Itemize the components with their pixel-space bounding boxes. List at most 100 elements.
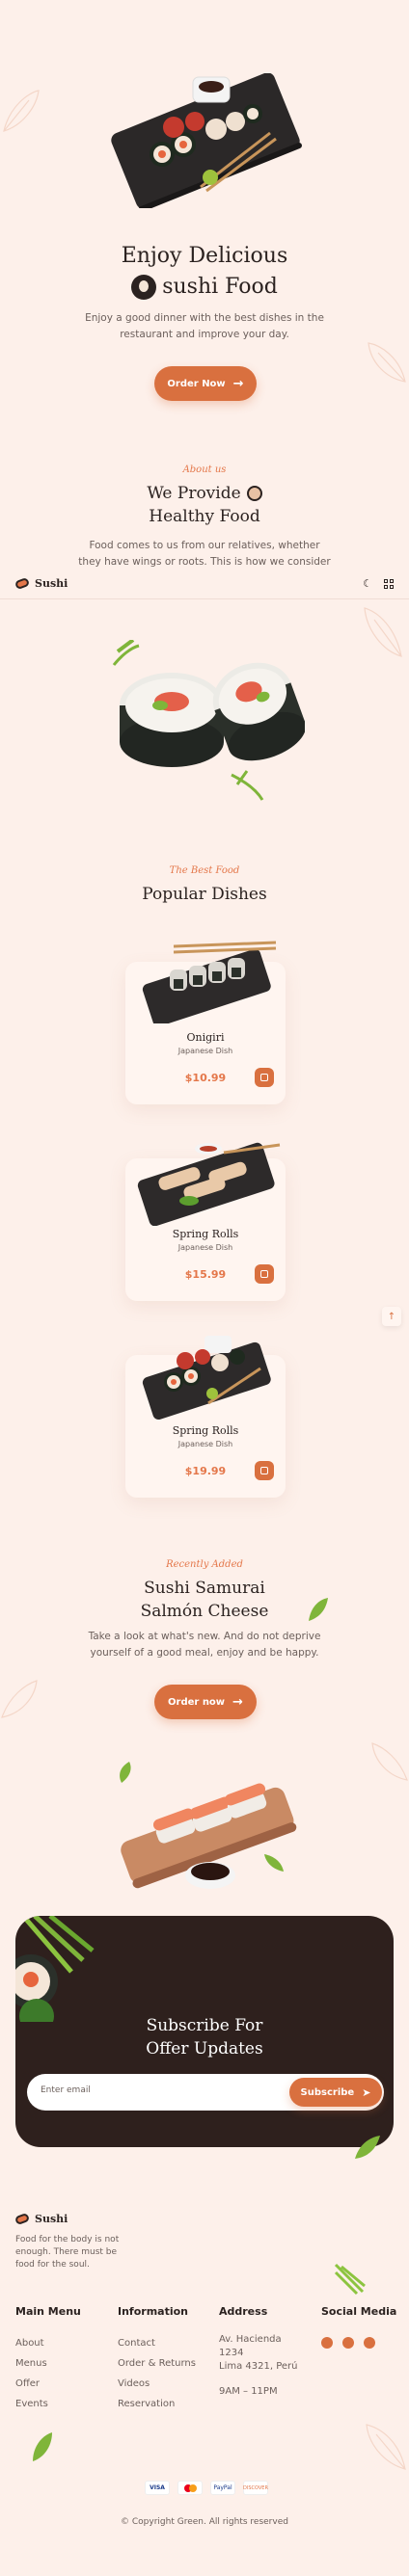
footer-column-title: Information [118,2305,188,2318]
footer-link[interactable]: About [15,2333,112,2353]
sushi-logo-icon [14,2212,31,2226]
footer-link[interactable]: Events [15,2394,112,2414]
scroll-up-button[interactable]: ↑ [382,1307,401,1326]
footer-column-title: Main Menu [15,2305,81,2318]
footer-logo-text: Sushi [35,2213,68,2225]
onigiri-dish-image [142,941,277,1023]
about-text: Food comes to us from our relatives, whe… [78,540,331,568]
about-title-line1: We Provide [147,484,241,503]
dish-name: Spring Rolls [172,1424,239,1437]
add-to-bag-button[interactable] [255,1461,274,1480]
about-tag: About us [182,465,227,475]
leaf-outline-decoration-icon [3,90,40,132]
hero-title-line1: Enjoy Delicious [121,244,288,268]
sushi-roll-with-greens-image [15,1916,95,2022]
recent-title-line2: Salmón Cheese [140,1602,269,1621]
dish-card[interactable]: Spring Rolls Japanese Dish $19.99 [125,1336,286,1498]
hero-title-line2: sushi Food [162,275,278,299]
popular-title: Popular Dishes [142,885,267,904]
address-line: Av. Hacienda [219,2334,282,2345]
grid-menu-icon[interactable] [384,578,394,589]
shopping-bag-icon [260,1270,268,1278]
arrow-up-icon: ↑ [387,1311,396,1322]
subscribe-title: Subscribe For Offer Updates [0,2014,409,2060]
recent-text: Take a look at what's new. And do not de… [88,1631,321,1659]
dish-name: Spring Rolls [172,1228,239,1240]
sushi-chef-icon [131,275,157,300]
green-leaf-icon [309,1598,328,1621]
order-now-button[interactable]: Order now → [154,1685,257,1719]
add-to-bag-button[interactable] [255,1264,274,1284]
footer-column-address: Address Av. Hacienda 1234 Lima 4321, Per… [219,2305,315,2402]
leaf-outline-decoration-icon [371,1742,408,1781]
leaf-outline-decoration-icon [1,1680,38,1718]
dish-type: Japanese Dish [177,1440,233,1448]
mastercard-payment-icon [177,2481,203,2495]
salmon-sushi-board-image [120,1762,297,1889]
order-now-label: Order now [168,1696,226,1708]
footer-column-main-menu: Main Menu About Menus Offer Events [15,2305,112,2414]
spring-rolls-dish-image [137,1142,281,1226]
copyright: © Copyright Green. All rights reserved [121,2517,288,2527]
about-title: We Provide Healthy Food [0,482,409,528]
paypal-payment-icon: PayPal [210,2481,235,2495]
green-leaf-icon [33,2432,52,2461]
footer-link[interactable]: Videos [118,2374,214,2394]
hero-title: Enjoy Delicious sushi Food [0,241,409,303]
opening-hours: 9AM – 11PM [219,2386,278,2397]
footer-tagline: Food for the body is not enough. There m… [15,2235,120,2270]
footer-link[interactable]: Order & Returns [118,2353,214,2374]
dish-type: Japanese Dish [177,1047,233,1055]
header-logo[interactable]: Sushi [14,576,68,591]
address-line: Lima 4321, Perú [219,2361,298,2372]
header-logo-text: Sushi [35,577,68,590]
recent-tag: Recently Added [166,1559,243,1570]
about-sushi-rolls-image [112,640,305,801]
order-now-label: Order Now [167,378,226,389]
arrow-right-icon: → [232,376,244,391]
subscribe-button-label: Subscribe [300,2086,355,2098]
subscribe-title-line2: Offer Updates [146,2039,263,2058]
subscribe-button[interactable]: Subscribe ➤ [289,2078,382,2107]
footer-column-title: Social Media [321,2305,397,2318]
shopping-bag-icon [260,1074,268,1081]
hero-sushi-plate-image [111,73,302,208]
green-leaf-icon [355,2136,380,2159]
footer-column-social: Social Media [321,2305,404,2349]
twitter-icon[interactable] [364,2337,375,2349]
dish-card[interactable]: Onigiri Japanese Dish $10.99 [125,941,286,1104]
add-to-bag-button[interactable] [255,1068,274,1087]
sushi-rolls-dish-image [142,1336,271,1421]
hero-subtitle: Enjoy a good dinner with the best dishes… [85,312,324,340]
footer-link[interactable]: Offer [15,2374,112,2394]
footer-link[interactable]: Reservation [118,2394,214,2414]
sushi-logo-icon [14,576,31,591]
send-icon: ➤ [362,2085,371,2099]
dish-card[interactable]: Spring Rolls Japanese Dish $15.99 [125,1142,286,1301]
order-now-button[interactable]: Order Now → [154,366,257,401]
recent-title: Sushi Samurai Salmón Cheese [0,1577,409,1623]
leaf-outline-decoration-icon [368,342,406,383]
footer-column-information: Information Contact Order & Returns Vide… [118,2305,214,2414]
footer-column-title: Address [219,2305,268,2318]
footer-logo[interactable]: Sushi [14,2212,68,2226]
subscribe-title-line1: Subscribe For [146,2016,263,2035]
site-header: Sushi ☾ [0,569,409,599]
leaf-outline-decoration-icon [366,2424,406,2470]
facebook-icon[interactable] [321,2337,333,2349]
footer-link[interactable]: Menus [15,2353,112,2374]
herb-sprig-icon [334,2263,366,2296]
moon-icon[interactable]: ☾ [363,577,372,590]
dish-name: Onigiri [186,1031,225,1044]
leaf-outline-decoration-icon [364,607,402,657]
recent-title-line1: Sushi Samurai [144,1579,265,1598]
visa-payment-icon: VISA [145,2481,170,2495]
footer-link[interactable]: Contact [118,2333,214,2353]
arrow-right-icon: → [232,1694,243,1710]
dish-type: Japanese Dish [177,1243,233,1252]
about-title-line2: Healthy Food [149,507,260,526]
discover-payment-icon: DISCOVER [243,2481,268,2495]
address-line: 1234 [219,2348,244,2358]
shopping-bag-icon [260,1467,268,1474]
instagram-icon[interactable] [342,2337,354,2349]
